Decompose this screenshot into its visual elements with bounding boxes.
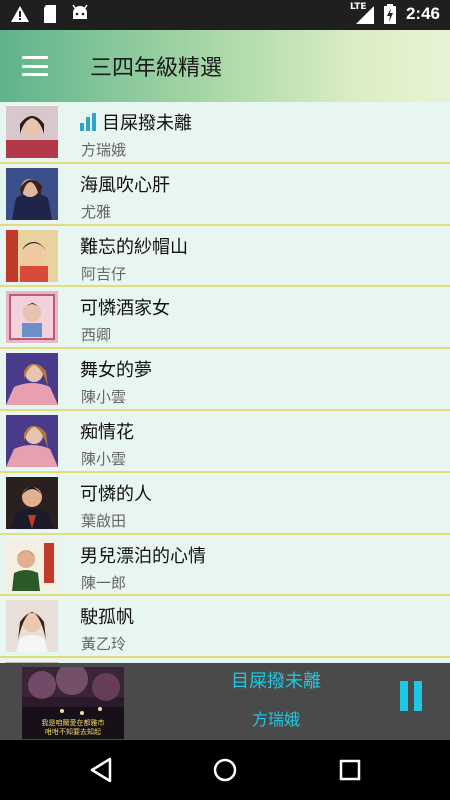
sd-card-icon — [42, 4, 58, 28]
album-thumbnail — [6, 229, 58, 282]
song-list-item[interactable]: 駛孤帆 黃乙玲 — [0, 596, 450, 659]
cover-caption-line-1: 我是咱爾愛在都雅市 — [42, 718, 105, 727]
cover-caption-line-2: 咁咁不知要去知起 — [45, 727, 101, 736]
song-list-item[interactable]: 難忘的紗帽山 阿吉仔 — [0, 226, 450, 288]
song-title: 可憐的人 — [80, 483, 152, 505]
album-thumbnail — [6, 291, 58, 344]
song-title: 舞女的夢 — [80, 360, 152, 382]
app-bar: 三四年級精選 — [0, 30, 450, 102]
system-nav-bar — [0, 740, 450, 800]
song-title: 可憐酒家女 — [80, 298, 170, 320]
song-artist: 尤雅 — [81, 202, 112, 221]
album-thumbnail — [6, 106, 58, 158]
album-thumbnail — [6, 476, 58, 529]
android-icon — [70, 4, 90, 27]
album-thumbnail — [6, 167, 58, 220]
song-title: 海風吹心肝 — [80, 174, 170, 196]
album-thumbnail — [6, 353, 58, 406]
song-list-item[interactable]: 痴情花 陳小雲 — [0, 411, 450, 473]
song-title: 痴情花 — [80, 421, 134, 443]
hamburger-menu-icon[interactable] — [20, 52, 50, 80]
signal-icon: LTE — [349, 2, 374, 24]
song-artist: 阿吉仔 — [81, 264, 127, 283]
song-title: 目屎撥未離 — [102, 113, 192, 134]
song-artist: 陳小雲 — [81, 388, 127, 407]
page-title: 三四年級精選 — [90, 56, 223, 81]
album-thumbnail — [6, 600, 58, 653]
song-list-item[interactable]: 海風吹心肝 尤雅 — [0, 164, 450, 226]
song-list-item[interactable]: 舞女的夢 陳小雲 — [0, 349, 450, 411]
now-playing-equalizer-icon — [80, 113, 96, 131]
song-list-item[interactable]: 目屎撥未離 方瑞娥 — [0, 102, 450, 164]
song-list-item[interactable]: 男兒漂泊的心情 陳一郎 — [0, 535, 450, 597]
pause-icon[interactable] — [400, 681, 428, 711]
song-artist: 陳一郎 — [81, 573, 127, 592]
now-playing-bar[interactable]: 我是咱爾愛在都雅市 咁咁不知要去知起 目屎撥未離 方瑞娥 — [0, 663, 450, 740]
warning-icon — [10, 5, 30, 27]
song-list[interactable]: 目屎撥未離 方瑞娥 海風吹心肝 尤雅 難忘的紗帽山 阿吉仔 可憐酒家女 西卿 舞… — [0, 102, 450, 663]
song-artist: 陳小雲 — [81, 449, 127, 468]
back-icon[interactable] — [86, 755, 116, 785]
song-artist: 西卿 — [81, 326, 112, 345]
now-playing-cover[interactable]: 我是咱爾愛在都雅市 咁咁不知要去知起 — [22, 663, 124, 739]
song-list-item[interactable]: 可憐的人 葉啟田 — [0, 473, 450, 535]
battery-charging-icon — [383, 4, 396, 24]
status-bar: LTE 2:46 — [0, 0, 450, 30]
song-artist: 黃乙玲 — [81, 635, 127, 654]
song-artist: 葉啟田 — [81, 511, 127, 530]
home-icon[interactable] — [210, 755, 240, 785]
network-label: LTE — [349, 2, 367, 12]
album-thumbnail — [6, 538, 58, 591]
song-list-item[interactable]: 可憐酒家女 西卿 — [0, 287, 450, 350]
recents-icon[interactable] — [335, 755, 365, 785]
song-artist: 方瑞娥 — [81, 141, 127, 159]
song-title: 駛孤帆 — [80, 607, 134, 629]
now-playing-title: 目屎撥未離 — [231, 671, 321, 692]
status-time: 2:46 — [405, 4, 440, 23]
song-title: 難忘的紗帽山 — [80, 236, 188, 258]
album-thumbnail — [6, 414, 58, 467]
now-playing-artist: 方瑞娥 — [251, 710, 300, 729]
song-title: 男兒漂泊的心情 — [80, 545, 206, 567]
